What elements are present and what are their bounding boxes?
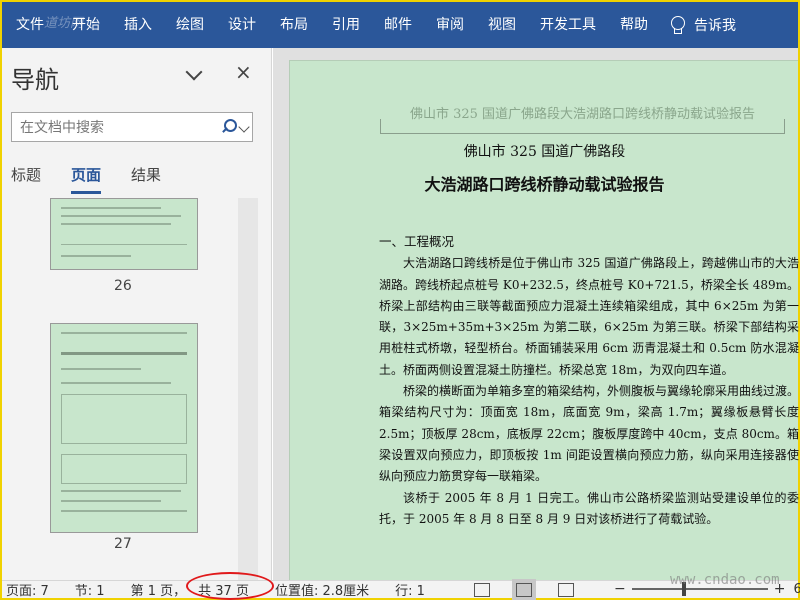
web-layout-icon[interactable] <box>558 583 574 597</box>
page-number-27: 27 <box>114 536 132 552</box>
menu-layout[interactable]: 布局 <box>268 2 320 48</box>
thumbnail-scrollbar[interactable] <box>238 198 258 580</box>
menu-mailings[interactable]: 邮件 <box>372 2 424 48</box>
navigation-pane: 导航 × 在文档中搜索 标题 页面 结果 26 27 <box>2 48 272 580</box>
menu-design[interactable]: 设计 <box>216 2 268 48</box>
zoom-out-button[interactable]: − <box>614 581 626 597</box>
close-icon[interactable]: × <box>235 60 252 84</box>
search-icon[interactable] <box>222 119 237 132</box>
menu-help[interactable]: 帮助 <box>608 2 660 48</box>
zoom-track[interactable] <box>631 582 768 596</box>
running-header: 佛山市 325 国道广佛路段大浩湖路口跨线桥静动载试验报告 <box>409 107 756 122</box>
doc-title-line1: 佛山市 325 国道广佛路段 <box>463 144 626 160</box>
nav-tabs: 标题 页面 结果 <box>11 164 191 194</box>
status-page[interactable]: 页面: 7 <box>6 580 49 599</box>
zoom-percent[interactable]: 6 <box>793 582 800 597</box>
header-rule-right <box>784 119 785 133</box>
document-page[interactable]: 佛山市 325 国道广佛路段大浩湖路口跨线桥静动载试验报告 佛山市 325 国道… <box>289 60 799 580</box>
section-heading: 一、工程概况 <box>379 234 455 249</box>
ribbon-menu-bar: 道坊网 文件 开始 插入 绘图 设计 布局 引用 邮件 审阅 视图 开发工具 帮… <box>2 2 798 48</box>
print-layout-icon[interactable] <box>512 579 536 600</box>
view-buttons <box>474 579 600 600</box>
annotation-ring <box>186 572 275 600</box>
nav-title: 导航 <box>11 66 59 94</box>
tell-me-label: 告诉我 <box>694 18 736 34</box>
paragraph-1: 大浩湖路口跨线桥是位于佛山市 325 国道广佛路段上，跨越佛山市的大浩湖路。跨线… <box>379 256 799 377</box>
paragraph-3: 该桥于 2005 年 8 月 1 日完工。佛山市公路桥梁监测站受建设单位的委托，… <box>379 490 799 526</box>
status-section[interactable]: 节: 1 <box>75 580 105 599</box>
tell-me-button[interactable]: 告诉我 <box>670 15 736 35</box>
doc-title-line2: 大浩湖路口跨线桥静动载试验报告 <box>424 175 665 194</box>
doc-body: 一、工程概况 大浩湖路口跨线桥是位于佛山市 325 国道广佛路段上，跨越佛山市的… <box>379 231 799 530</box>
status-total-pages[interactable]: 共 37 页 <box>186 572 275 600</box>
menu-review[interactable]: 审阅 <box>424 2 476 48</box>
search-input[interactable]: 在文档中搜索 <box>11 112 253 142</box>
header-rule-left <box>380 119 381 133</box>
read-mode-icon[interactable] <box>474 583 490 597</box>
chevron-down-icon[interactable] <box>184 66 204 82</box>
menu-draw[interactable]: 绘图 <box>164 2 216 48</box>
tab-pages[interactable]: 页面 <box>71 164 102 194</box>
tab-headings[interactable]: 标题 <box>11 164 41 194</box>
page-thumbnails: 26 27 <box>2 198 260 580</box>
header-rule <box>380 133 785 134</box>
menu-insert[interactable]: 插入 <box>112 2 164 48</box>
status-position[interactable]: 位置值: 2.8厘米 <box>275 580 369 599</box>
page-thumbnail-27[interactable] <box>50 323 198 533</box>
page-number-26: 26 <box>114 278 132 294</box>
tab-results[interactable]: 结果 <box>131 164 161 194</box>
menu-developer[interactable]: 开发工具 <box>528 2 608 48</box>
search-dropdown-icon[interactable] <box>238 121 250 133</box>
watermark-top: 道坊网 <box>44 16 84 31</box>
menu-view[interactable]: 视图 <box>476 2 528 48</box>
watermark-bottom: www.cndao.com <box>670 572 780 588</box>
page-thumbnail-26[interactable] <box>50 198 198 270</box>
lightbulb-icon <box>670 16 685 34</box>
document-area: 佛山市 325 国道广佛路段大浩湖路口跨线桥静动载试验报告 佛山市 325 国道… <box>273 48 799 580</box>
status-page-of[interactable]: 第 1 页， <box>131 580 187 599</box>
search-placeholder: 在文档中搜索 <box>20 120 104 136</box>
status-row[interactable]: 行: 1 <box>395 580 425 599</box>
menu-references[interactable]: 引用 <box>320 2 372 48</box>
paragraph-2: 桥梁的横断面为单箱多室的箱梁结构，外侧腹板与翼缘轮廓采用曲线过渡。箱梁结构尺寸为… <box>379 384 800 484</box>
